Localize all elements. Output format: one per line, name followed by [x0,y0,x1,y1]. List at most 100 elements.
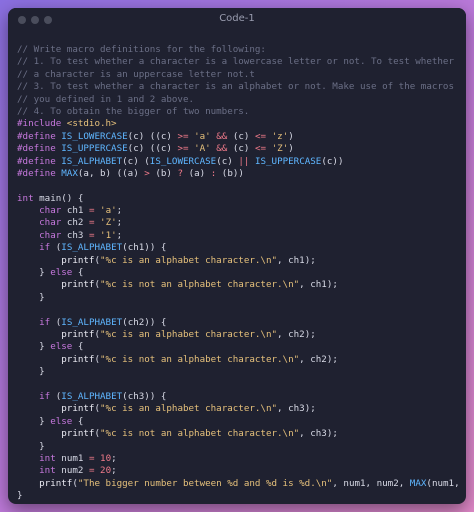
code-token: MAX [61,167,78,179]
code-line: printf("%c is an alphabet character.\n",… [17,329,460,341]
code-token: 20 [100,465,112,477]
code-token: } [17,415,51,427]
code-line: char ch1 = 'a'; [17,205,460,217]
code-line: // 3. To test whether a character is an … [17,81,460,93]
code-token: } [17,490,23,502]
code-line: } else { [17,341,460,353]
code-token: <stdio.h> [66,118,117,130]
code-line: if (IS_ALPHABET(ch2)) { [17,317,460,329]
code-token: 'A' [194,143,211,155]
code-line: // 1. To test whether a character is a l… [17,56,460,68]
code-token: // Write macro definitions for the follo… [17,44,266,55]
code-line: printf("%c is not an alphabet character.… [17,428,460,440]
code-token: printf [61,428,95,440]
code-token: { [72,415,84,427]
code-token: if [39,242,51,254]
code-line: int num2 = 20; [17,465,460,477]
code-token: else [50,341,73,353]
code-token: , ch2); [299,353,338,365]
code-line: if (IS_ALPHABET(ch3)) { [17,391,460,403]
code-token: else [50,267,73,279]
code-token: (ch3)) { [122,390,167,402]
code-line: int num1 = 10; [17,453,460,465]
code-token: // a character is an uppercase letter no… [17,68,255,80]
code-token: 'Z' [100,217,117,229]
code-token: } [17,366,45,378]
code-token: IS_ALPHABET [61,155,123,167]
window-title: Code-1 [219,13,255,24]
code-token: , ch1); [277,254,316,266]
code-token: IS_ALPHABET [61,316,123,328]
code-token: ch1 [61,205,89,217]
code-token: printf [39,477,73,489]
code-token: (c) [227,143,255,155]
code-line: // a character is an uppercase letter no… [17,69,460,81]
code-token: } [17,267,51,279]
code-token: } [17,440,45,452]
code-token: && [216,130,228,142]
code-token: // 4. To obtain the bigger of two number… [17,105,250,117]
code-token: ch3 [61,229,89,241]
code-token: "The bigger number between %d and %d is … [77,477,333,489]
code-token: int [39,465,56,477]
code-token: IS_ALPHABET [61,242,123,254]
code-token: 'z' [271,130,289,142]
code-token: #define [17,143,62,155]
code-token: // you defined in 1 and 2 above. [17,93,195,105]
code-token: IS_UPPERCASE [254,155,322,167]
code-token: (b) [149,167,178,179]
code-token: "%c is not an alphabet character.\n" [100,353,300,365]
code-token: "%c is not an alphabet character.\n" [100,279,300,291]
code-token: int [39,452,56,464]
code-token: '1' [100,229,117,241]
code-line: #define IS_UPPERCASE(c) ((c) >= 'A' && (… [17,143,460,155]
code-token: && [216,143,228,155]
code-line: } else { [17,416,460,428]
code-token: ch2 [61,217,89,229]
code-token: 'a' [100,205,117,217]
code-token: { [72,341,84,353]
code-token: ; [111,465,117,477]
code-token: printf [61,403,95,415]
code-line: #include <stdio.h> [17,118,460,130]
code-line: if (IS_ALPHABET(ch1)) { [17,242,460,254]
code-token: , ch3); [299,428,338,440]
code-token: , ch1); [299,279,338,291]
code-token: "%c is an alphabet character.\n" [100,403,278,415]
code-line: #define MAX(a, b) ((a) > (b) ? (a) : (b)… [17,168,460,180]
code-line: printf("%c is not an alphabet character.… [17,279,460,291]
code-editor[interactable]: // Write macro definitions for the follo… [17,44,466,502]
code-token: IS_LOWERCASE [149,155,217,167]
code-line: char ch2 = 'Z'; [17,217,460,229]
code-line: #define IS_ALPHABET(c) (IS_LOWERCASE(c) … [17,156,460,168]
code-token: 'Z' [271,143,289,155]
code-token: (num1, num2)); [426,477,466,489]
code-token: ( [50,316,62,328]
code-token: ) [288,143,294,155]
code-token: , num1, num2, [332,477,410,489]
code-line: printf("%c is an alphabet character.\n",… [17,403,460,415]
code-token: // 3. To test whether a character is an … [17,81,454,93]
code-token: (ch1)) { [122,242,167,254]
code-token: if [39,390,51,402]
code-token: char [39,205,62,217]
code-token: 'a' [194,130,211,142]
code-token: #include [17,118,67,130]
code-line: } [17,292,460,304]
code-window: Code-1 // Write macro definitions for th… [8,8,466,504]
code-token: #define [17,155,62,167]
